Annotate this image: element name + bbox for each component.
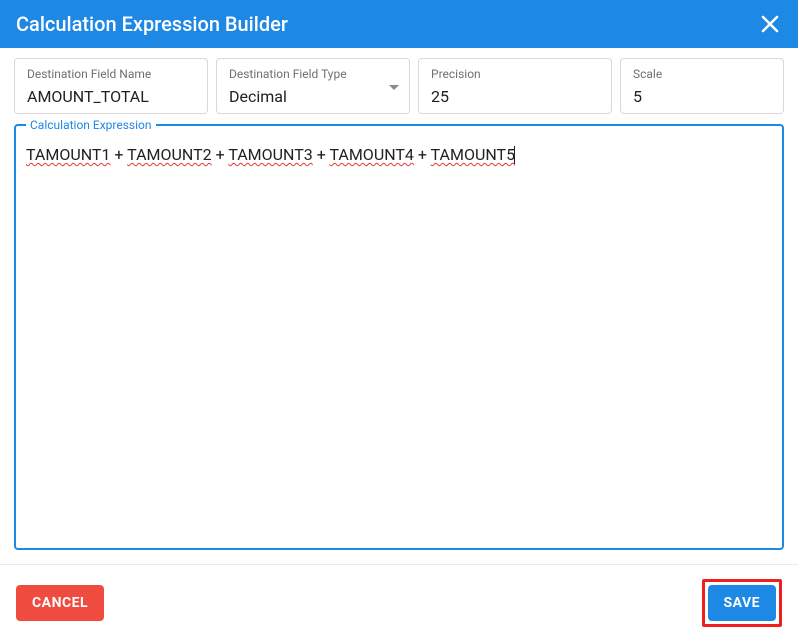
save-button[interactable]: SAVE bbox=[708, 585, 777, 621]
expression-builder-dialog: Calculation Expression Builder Destinati… bbox=[0, 0, 798, 641]
scale-field[interactable]: Scale bbox=[620, 58, 784, 114]
scale-label: Scale bbox=[633, 67, 771, 81]
close-icon[interactable] bbox=[758, 12, 782, 36]
precision-input[interactable] bbox=[431, 87, 599, 106]
text-caret bbox=[514, 146, 515, 164]
destination-field-name[interactable]: Destination Field Name bbox=[14, 58, 208, 114]
dialog-title: Calculation Expression Builder bbox=[16, 12, 288, 36]
expression-token: TAMOUNT2 bbox=[127, 145, 211, 164]
expression-wrap: Calculation Expression TAMOUNT1 + TAMOUN… bbox=[14, 124, 784, 550]
expression-token: TAMOUNT3 bbox=[228, 145, 312, 164]
destination-field-type-label: Destination Field Type bbox=[229, 67, 397, 81]
dialog-titlebar: Calculation Expression Builder bbox=[0, 0, 798, 48]
destination-field-name-label: Destination Field Name bbox=[27, 67, 195, 81]
expression-token: TAMOUNT5 bbox=[431, 145, 515, 164]
dialog-content: Destination Field Name Destination Field… bbox=[0, 48, 798, 564]
field-row: Destination Field Name Destination Field… bbox=[14, 58, 784, 114]
save-button-highlight: SAVE bbox=[702, 579, 783, 627]
expression-token: TAMOUNT1 bbox=[26, 145, 110, 164]
destination-field-name-input[interactable] bbox=[27, 87, 195, 106]
precision-label: Precision bbox=[431, 67, 599, 81]
expression-token: TAMOUNT4 bbox=[329, 145, 413, 164]
calculation-expression-field[interactable]: Calculation Expression TAMOUNT1 + TAMOUN… bbox=[14, 124, 784, 550]
scale-input[interactable] bbox=[633, 87, 771, 106]
calculation-expression-input[interactable]: TAMOUNT1 + TAMOUNT2 + TAMOUNT3 + TAMOUNT… bbox=[26, 144, 772, 166]
calculation-expression-label: Calculation Expression bbox=[26, 118, 156, 132]
destination-field-type-value: Decimal bbox=[229, 87, 397, 106]
chevron-down-icon bbox=[389, 85, 399, 90]
dialog-footer: CANCEL SAVE bbox=[0, 564, 798, 641]
destination-field-type[interactable]: Destination Field Type Decimal bbox=[216, 58, 410, 114]
precision-field[interactable]: Precision bbox=[418, 58, 612, 114]
cancel-button[interactable]: CANCEL bbox=[16, 585, 104, 621]
